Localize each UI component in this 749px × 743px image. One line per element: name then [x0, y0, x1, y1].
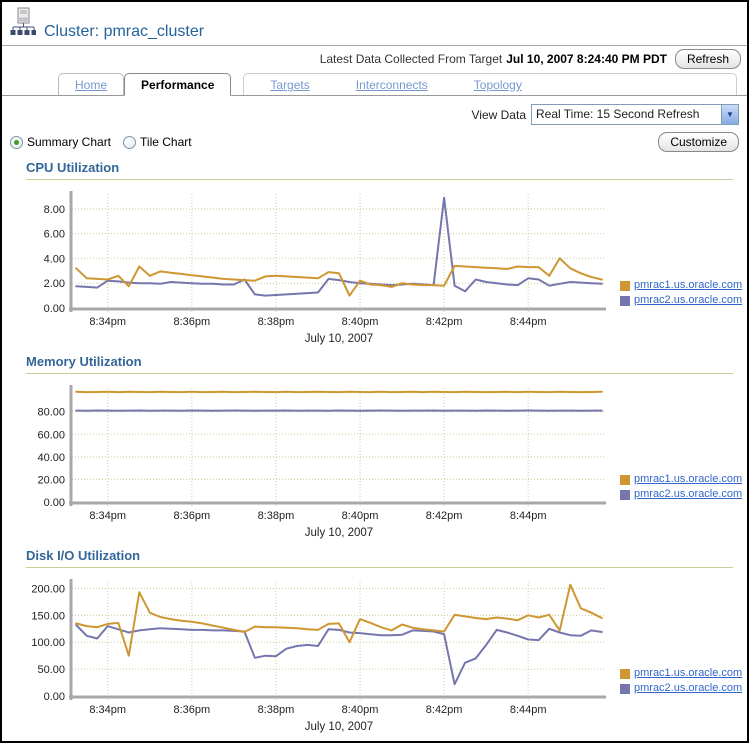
- legend-entry: pmrac2.us.oracle.com: [620, 681, 742, 696]
- disk-io-utilization-chart: 8:34pm 8:36pm 8:38pm 8:40pm 8:42pm 8:44pm 0.00…: [8, 576, 618, 736]
- chart-mode-row: Summary Chart Tile Chart Customize: [2, 127, 747, 154]
- svg-text:8:40pm: 8:40pm: [342, 704, 379, 716]
- svg-text:July 10, 2007: July 10, 2007: [305, 333, 373, 345]
- series2-swatch-icon: [620, 490, 630, 500]
- cpu-section-title: CPU Utilization: [26, 160, 733, 180]
- latest-data-label: Latest Data Collected From Target: [320, 52, 503, 66]
- view-data-selected-value: Real Time: 15 Second Refresh: [532, 105, 721, 124]
- legend-link-pmrac1[interactable]: pmrac1.us.oracle.com: [634, 472, 742, 487]
- cpu-utilization-chart: 8:34pm 8:36pm 8:38pm 8:40pm 8:42pm 8:44pm 0.00…: [8, 188, 618, 348]
- svg-text:8:44pm: 8:44pm: [510, 510, 547, 522]
- customize-button[interactable]: Customize: [658, 132, 739, 152]
- svg-text:8:40pm: 8:40pm: [342, 510, 379, 522]
- radio-tile-chart-icon[interactable]: [123, 136, 136, 149]
- radio-tile-chart[interactable]: Tile Chart: [123, 135, 192, 149]
- memory-chart-legend: pmrac1.us.oracle.com pmrac2.us.oracle.co…: [620, 472, 742, 502]
- svg-text:8:34pm: 8:34pm: [89, 704, 126, 716]
- legend-link-pmrac2[interactable]: pmrac2.us.oracle.com: [634, 487, 742, 502]
- memory-section-title: Memory Utilization: [26, 354, 733, 374]
- disk-io-utilization-section: Disk I/O Utilization 8:34pm8:36pm8:38pm8…: [8, 548, 741, 736]
- tab-group: Targets Interconnects Topology: [243, 73, 737, 95]
- memory-utilization-chart: 8:34pm 8:36pm 8:38pm 8:40pm 8:42pm 8:44pm 0.00…: [8, 382, 618, 542]
- latest-data-timestamp: Jul 10, 2007 8:24:40 PM PDT: [506, 52, 667, 66]
- svg-text:8:36pm: 8:36pm: [173, 510, 210, 522]
- legend-entry: pmrac2.us.oracle.com: [620, 487, 742, 502]
- svg-text:8:38pm: 8:38pm: [258, 510, 295, 522]
- radio-summary-chart[interactable]: Summary Chart: [10, 135, 111, 149]
- svg-text:8:42pm: 8:42pm: [426, 704, 463, 716]
- svg-text:8:42pm: 8:42pm: [426, 510, 463, 522]
- memory-utilization-section: Memory Utilization 8:34pm 8:36pm 8:38pm 8:4…: [8, 354, 741, 542]
- svg-text:6.00: 6.00: [44, 229, 65, 241]
- refresh-button[interactable]: Refresh: [675, 49, 741, 69]
- svg-text:8:34pm: 8:34pm: [89, 316, 126, 328]
- svg-text:150.00: 150.00: [31, 610, 65, 622]
- series1-swatch-icon: [620, 475, 630, 485]
- cluster-icon: [10, 7, 36, 42]
- svg-text:0.00: 0.00: [44, 691, 65, 703]
- cluster-performance-page: Cluster: pmrac_cluster Latest Data Colle…: [0, 0, 749, 743]
- tab-targets[interactable]: Targets: [270, 78, 309, 92]
- svg-text:40.00: 40.00: [37, 452, 65, 464]
- view-data-select[interactable]: Real Time: 15 Second Refresh ▼: [531, 104, 739, 125]
- legend-entry: pmrac1.us.oracle.com: [620, 666, 742, 681]
- cpu-chart-legend: pmrac1.us.oracle.com pmrac2.us.oracle.co…: [620, 278, 742, 308]
- disk-section-title: Disk I/O Utilization: [26, 548, 733, 568]
- tab-home[interactable]: Home: [58, 73, 124, 95]
- series2-swatch-icon: [620, 684, 630, 694]
- svg-text:8:36pm: 8:36pm: [173, 704, 210, 716]
- svg-text:July 10, 2007: July 10, 2007: [305, 527, 373, 539]
- page-title: Cluster: pmrac_cluster: [44, 23, 204, 42]
- svg-text:8:44pm: 8:44pm: [510, 704, 547, 716]
- legend-entry: pmrac1.us.oracle.com: [620, 278, 742, 293]
- legend-entry: pmrac1.us.oracle.com: [620, 472, 742, 487]
- tab-interconnects[interactable]: Interconnects: [356, 78, 428, 92]
- chart-mode-radios: Summary Chart Tile Chart: [10, 135, 192, 149]
- svg-text:0.00: 0.00: [44, 303, 65, 315]
- radio-summary-chart-label: Summary Chart: [27, 135, 111, 149]
- legend-link-pmrac1[interactable]: pmrac1.us.oracle.com: [634, 666, 742, 681]
- series1-swatch-icon: [620, 669, 630, 679]
- title-bar: Cluster: pmrac_cluster: [2, 2, 747, 46]
- svg-text:8:44pm: 8:44pm: [510, 316, 547, 328]
- dropdown-arrow-icon[interactable]: ▼: [721, 105, 738, 124]
- tab-bar: Home Performance Targets Interconnects T…: [2, 71, 747, 96]
- cpu-utilization-section: CPU Utilization 8:34pm 8:36pm 8:38pm 8:40pm…: [8, 160, 741, 348]
- tab-performance[interactable]: Performance: [124, 73, 231, 96]
- view-data-row: View Data Real Time: 15 Second Refresh ▼: [2, 96, 747, 127]
- tab-home-link[interactable]: Home: [75, 78, 107, 92]
- svg-text:8:34pm: 8:34pm: [89, 510, 126, 522]
- svg-text:100.00: 100.00: [31, 637, 65, 649]
- svg-text:20.00: 20.00: [37, 474, 65, 486]
- svg-text:0.00: 0.00: [44, 497, 65, 509]
- svg-text:8:38pm: 8:38pm: [258, 316, 295, 328]
- svg-text:200.00: 200.00: [31, 583, 65, 595]
- legend-link-pmrac2[interactable]: pmrac2.us.oracle.com: [634, 681, 742, 696]
- view-data-label: View Data: [472, 108, 526, 122]
- svg-text:July 10, 2007: July 10, 2007: [305, 721, 373, 733]
- svg-text:8:38pm: 8:38pm: [258, 704, 295, 716]
- svg-text:4.00: 4.00: [44, 253, 65, 265]
- svg-text:80.00: 80.00: [37, 407, 65, 419]
- svg-text:8:36pm: 8:36pm: [173, 316, 210, 328]
- svg-text:60.00: 60.00: [37, 429, 65, 441]
- svg-text:8:42pm: 8:42pm: [426, 316, 463, 328]
- series1-swatch-icon: [620, 281, 630, 291]
- radio-tile-chart-label: Tile Chart: [140, 135, 192, 149]
- series2-swatch-icon: [620, 296, 630, 306]
- svg-text:8:40pm: 8:40pm: [342, 316, 379, 328]
- tab-topology[interactable]: Topology: [474, 78, 522, 92]
- disk-chart-legend: pmrac1.us.oracle.com pmrac2.us.oracle.co…: [620, 666, 742, 696]
- latest-data-row: Latest Data Collected From Target Jul 10…: [2, 46, 747, 71]
- svg-text:50.00: 50.00: [37, 664, 65, 676]
- svg-text:2.00: 2.00: [44, 278, 65, 290]
- legend-link-pmrac2[interactable]: pmrac2.us.oracle.com: [634, 293, 742, 308]
- legend-link-pmrac1[interactable]: pmrac1.us.oracle.com: [634, 278, 742, 293]
- radio-summary-chart-icon[interactable]: [10, 136, 23, 149]
- svg-text:8.00: 8.00: [44, 204, 65, 216]
- legend-entry: pmrac2.us.oracle.com: [620, 293, 742, 308]
